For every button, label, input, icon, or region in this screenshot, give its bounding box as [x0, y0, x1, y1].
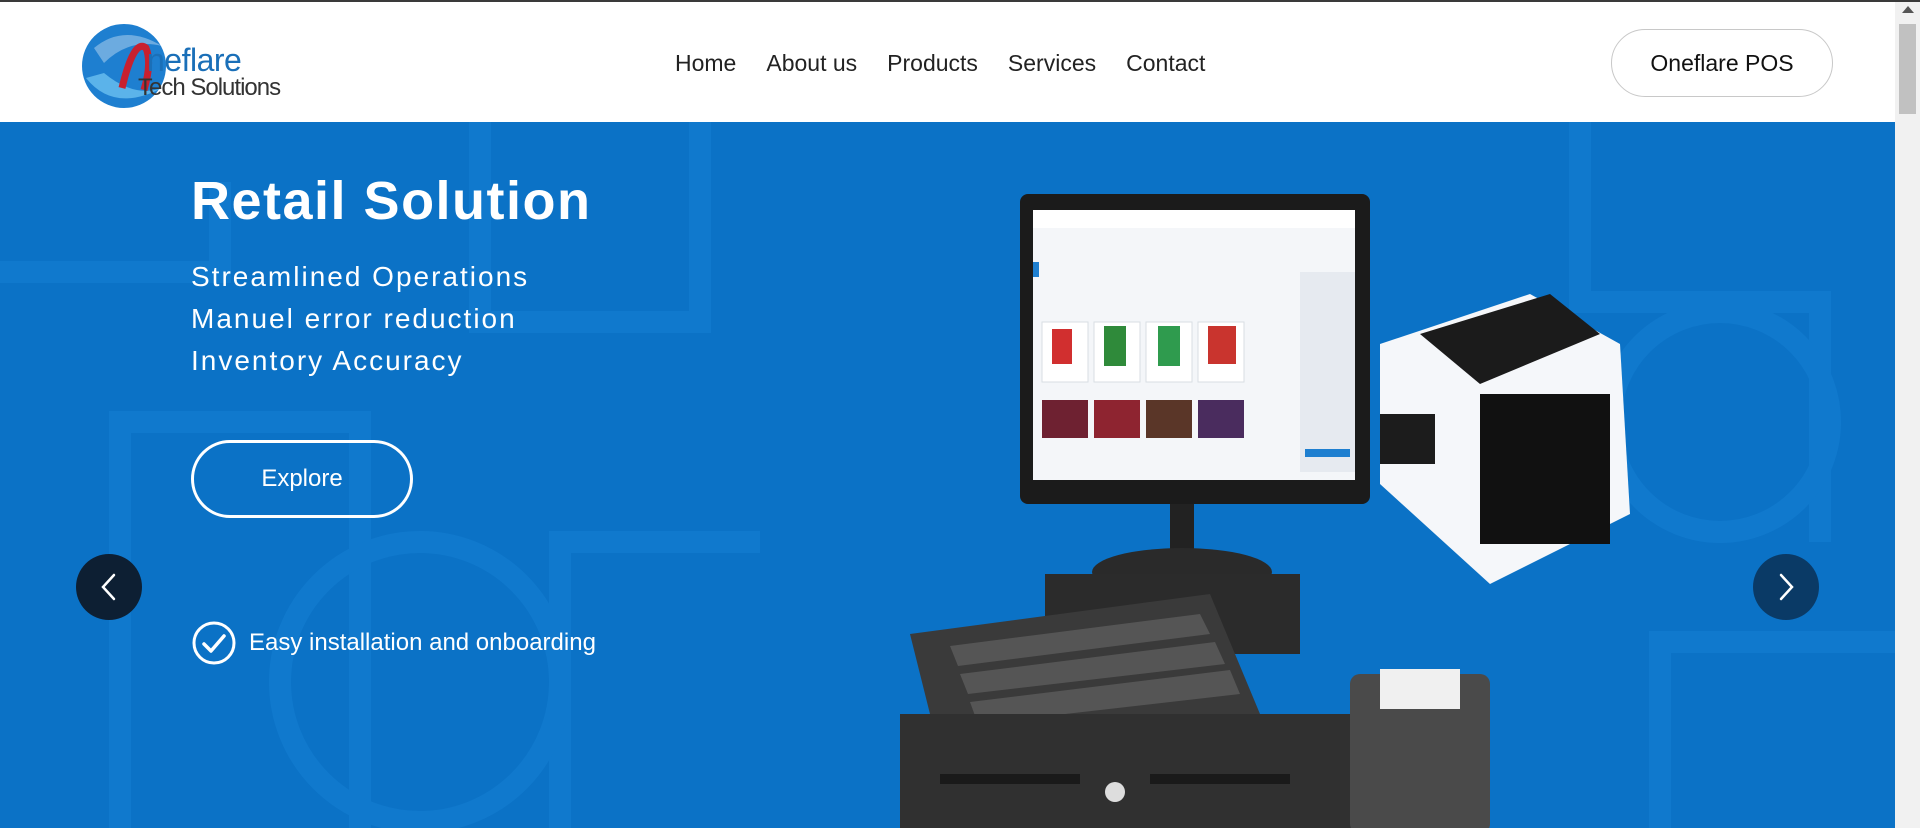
chevron-left-icon	[101, 573, 116, 601]
hero-benefit-line: Streamlined Operations	[191, 261, 530, 292]
hero-title: Retail Solution	[191, 171, 592, 231]
hero-benefit-line: Manuel error reduction	[191, 303, 517, 334]
chevron-right-icon	[1779, 573, 1794, 601]
carousel-prev-button[interactable]	[76, 554, 142, 620]
oneflare-pos-button[interactable]: Oneflare POS	[1611, 29, 1833, 97]
logo-tagline: Tech Solutions	[138, 74, 281, 101]
carousel-next-button[interactable]	[1753, 554, 1819, 620]
hero-benefit-line: Inventory Accuracy	[191, 345, 464, 376]
nav-home[interactable]: Home	[675, 50, 736, 77]
check-circle-icon	[192, 621, 236, 665]
company-logo[interactable]: neflare Tech Solutions	[74, 18, 284, 110]
nav-about-us[interactable]: About us	[766, 50, 857, 77]
main-nav: Home About us Products Services Contact	[675, 50, 1205, 77]
scroll-up-arrow-icon[interactable]	[1902, 6, 1914, 13]
page-scrollbar[interactable]	[1895, 2, 1920, 828]
explore-button[interactable]: Explore	[191, 440, 413, 518]
nav-services[interactable]: Services	[1008, 50, 1096, 77]
scrollbar-thumb[interactable]	[1899, 24, 1916, 114]
hero-feature: Easy installation and onboarding	[191, 620, 596, 666]
nav-contact[interactable]: Contact	[1126, 50, 1205, 77]
pos-system-image	[900, 194, 1630, 828]
site-header: neflare Tech Solutions Home About us Pro…	[0, 2, 1895, 122]
hero-carousel: Retail Solution Streamlined Operations M…	[0, 122, 1895, 828]
nav-products[interactable]: Products	[887, 50, 978, 77]
hero-benefits: Streamlined Operations Manuel error redu…	[191, 256, 529, 382]
feature-text: Easy installation and onboarding	[249, 629, 596, 656]
